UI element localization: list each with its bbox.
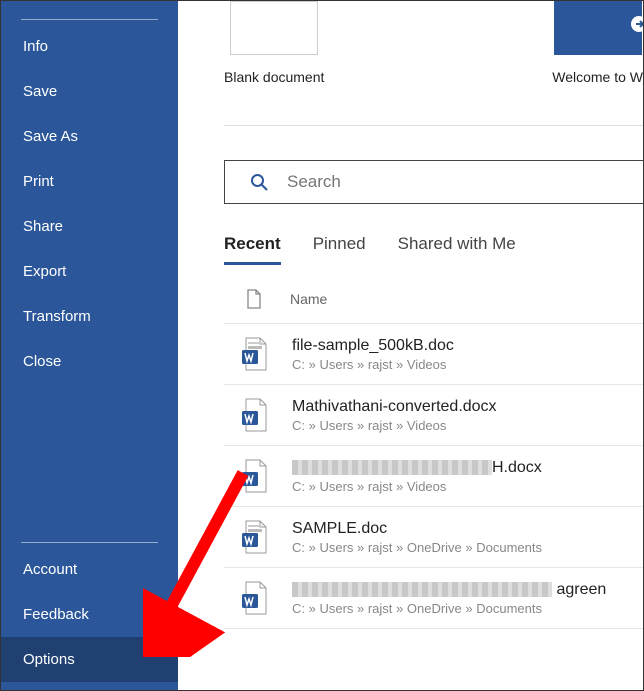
- sidebar-item-label: Transform: [23, 308, 91, 325]
- redacted-text: [292, 460, 492, 475]
- file-name: SAMPLE.doc: [292, 520, 643, 538]
- file-row[interactable]: file-sample_500kB.doc C: » Users » rajst…: [224, 324, 643, 385]
- file-row[interactable]: H.docx C: » Users » rajst » Videos: [224, 446, 643, 507]
- sidebar-item-print[interactable]: Print: [1, 159, 178, 204]
- file-row[interactable]: SAMPLE.doc C: » Users » rajst » OneDrive…: [224, 507, 643, 568]
- sidebar-item-close[interactable]: Close: [1, 339, 178, 384]
- sidebar-item-label: Export: [23, 263, 66, 280]
- redacted-text: [292, 582, 552, 597]
- template-label: Blank document: [224, 69, 324, 85]
- template-label: Welcome to W: [552, 69, 643, 85]
- file-name: agreen: [292, 581, 643, 599]
- sidebar-bottom-group: Account Feedback Options: [1, 542, 178, 690]
- sidebar-item-label: Print: [23, 173, 54, 190]
- sidebar-item-share[interactable]: Share: [1, 204, 178, 249]
- sidebar-item-label: Close: [23, 353, 61, 370]
- sidebar-item-feedback[interactable]: Feedback: [1, 592, 178, 637]
- recent-tabs: Recent Pinned Shared with Me: [224, 234, 643, 265]
- sidebar-item-transform[interactable]: Transform: [1, 294, 178, 339]
- sidebar-item-options[interactable]: Options: [1, 637, 178, 682]
- file-path: C: » Users » rajst » Videos: [292, 357, 643, 372]
- word-file-icon: [240, 458, 270, 494]
- tab-shared-with-me[interactable]: Shared with Me: [398, 234, 516, 265]
- file-name: file-sample_500kB.doc: [292, 337, 643, 355]
- tab-label: Pinned: [313, 234, 366, 253]
- sidebar-top-group: Info Save Save As Print Share Export Tra…: [1, 19, 178, 542]
- sidebar-item-export[interactable]: Export: [1, 249, 178, 294]
- template-blank-document[interactable]: Blank document: [224, 1, 324, 85]
- sidebar-item-save[interactable]: Save: [1, 69, 178, 114]
- tab-label: Shared with Me: [398, 234, 516, 253]
- sidebar-item-label: Account: [23, 561, 77, 578]
- file-meta: SAMPLE.doc C: » Users » rajst » OneDrive…: [292, 520, 643, 555]
- word-file-icon: [240, 580, 270, 616]
- sidebar-item-label: Info: [23, 38, 48, 55]
- column-name: Name: [290, 291, 327, 307]
- file-name-text: file-sample_500kB.doc: [292, 337, 454, 354]
- sidebar-item-label: Options: [23, 651, 75, 668]
- search-box[interactable]: [224, 160, 643, 204]
- main-panel: Blank document Welcome to W Recent Pinne…: [178, 1, 643, 690]
- divider: [224, 125, 643, 126]
- word-file-icon: [240, 336, 270, 372]
- sidebar-item-account[interactable]: Account: [1, 547, 178, 592]
- word-file-icon: [240, 397, 270, 433]
- document-icon: [246, 289, 262, 309]
- file-path: C: » Users » rajst » Videos: [292, 479, 643, 494]
- sidebar-item-label: Share: [23, 218, 63, 235]
- sidebar-item-save-as[interactable]: Save As: [1, 114, 178, 159]
- file-row[interactable]: Mathivathani-converted.docx C: » Users »…: [224, 385, 643, 446]
- file-path: C: » Users » rajst » Videos: [292, 418, 643, 433]
- file-name-suffix: H.docx: [492, 459, 542, 476]
- file-row[interactable]: agreen C: » Users » rajst » OneDrive » D…: [224, 568, 643, 629]
- list-header: Name: [224, 277, 643, 324]
- sidebar-separator: [21, 19, 158, 20]
- file-name-suffix: agreen: [552, 581, 606, 598]
- sidebar-item-label: Save: [23, 83, 57, 100]
- templates-row: Blank document Welcome to W: [224, 1, 643, 85]
- file-name: H.docx: [292, 459, 643, 477]
- template-thumb-blank: [230, 1, 318, 55]
- file-name: Mathivathani-converted.docx: [292, 398, 643, 416]
- sidebar-item-label: Feedback: [23, 606, 89, 623]
- file-meta: file-sample_500kB.doc C: » Users » rajst…: [292, 337, 643, 372]
- file-list: file-sample_500kB.doc C: » Users » rajst…: [224, 324, 643, 629]
- search-icon: [249, 172, 269, 192]
- tab-recent[interactable]: Recent: [224, 234, 281, 265]
- backstage-sidebar: Info Save Save As Print Share Export Tra…: [1, 1, 178, 690]
- search-input[interactable]: [287, 172, 643, 192]
- file-name-text: Mathivathani-converted.docx: [292, 398, 497, 415]
- file-meta: H.docx C: » Users » rajst » Videos: [292, 459, 643, 494]
- file-path: C: » Users » rajst » OneDrive » Document…: [292, 601, 643, 616]
- sidebar-item-label: Save As: [23, 128, 78, 145]
- file-meta: agreen C: » Users » rajst » OneDrive » D…: [292, 581, 643, 616]
- tab-pinned[interactable]: Pinned: [313, 234, 366, 265]
- file-name-text: SAMPLE.doc: [292, 520, 387, 537]
- sidebar-separator: [21, 542, 158, 543]
- tab-label: Recent: [224, 234, 281, 253]
- sidebar-item-info[interactable]: Info: [1, 24, 178, 69]
- word-file-icon: [240, 519, 270, 555]
- template-thumb-welcome: [554, 1, 642, 55]
- file-meta: Mathivathani-converted.docx C: » Users »…: [292, 398, 643, 433]
- template-welcome[interactable]: Welcome to W: [552, 1, 643, 85]
- file-path: C: » Users » rajst » OneDrive » Document…: [292, 540, 643, 555]
